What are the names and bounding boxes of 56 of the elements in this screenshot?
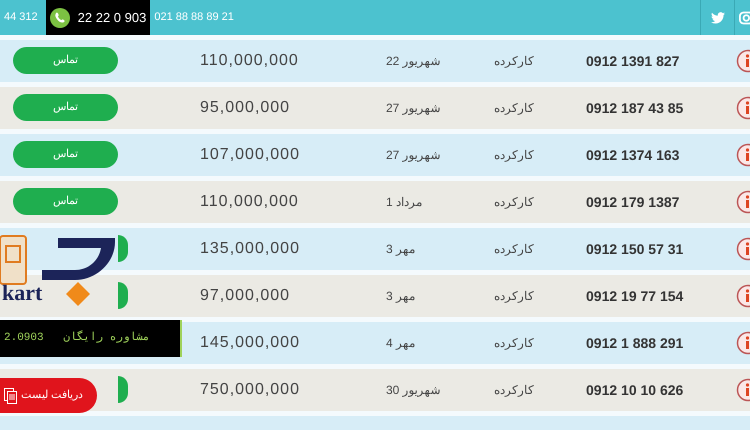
- consultation-banner: 2.0903 مشاوره رایگان: [0, 320, 182, 357]
- contact-button[interactable]: تماس: [13, 188, 118, 215]
- contact-button[interactable]: تماس: [13, 141, 118, 168]
- date: 1 مرداد: [386, 194, 422, 211]
- phone-number: 0912 179 1387: [586, 193, 680, 212]
- price: 110,000,000: [200, 51, 299, 71]
- info-icon[interactable]: [736, 331, 750, 355]
- price: 135,000,000: [200, 239, 300, 259]
- phone-number: 0912 10 10 626: [586, 381, 684, 400]
- date: 4 مهر: [386, 335, 416, 352]
- phone-number: 44 312: [3, 10, 39, 26]
- contact-button[interactable]: [118, 376, 128, 403]
- contact-button[interactable]: تماس: [13, 94, 118, 121]
- info-icon[interactable]: [736, 237, 750, 261]
- price: 97,000,000: [200, 286, 290, 306]
- date: 27 شهریور: [386, 100, 441, 117]
- phone-number: 021 88 88 89 21: [153, 10, 235, 26]
- phone-number: 0912 1 888 291: [586, 334, 684, 353]
- contact-button[interactable]: [118, 282, 128, 309]
- info-icon[interactable]: [736, 190, 750, 214]
- condition: کارکرده: [494, 100, 534, 117]
- price: 110,000,000: [200, 192, 299, 212]
- download-list-button[interactable]: دریافت لیست: [0, 378, 97, 413]
- contact-button[interactable]: تماس: [13, 47, 118, 74]
- phone-number: 0912 150 57 31: [586, 240, 684, 259]
- price: 145,000,000: [200, 333, 300, 353]
- date: 3 مهر: [386, 288, 416, 305]
- condition: کارکرده: [494, 147, 534, 164]
- phone-number: 0912 1374 163: [586, 146, 680, 165]
- price: 750,000,000: [200, 380, 300, 400]
- date: 27 شهریور: [386, 147, 441, 164]
- contact-button[interactable]: [118, 235, 128, 262]
- info-icon[interactable]: [736, 378, 750, 402]
- price: 107,000,000: [200, 145, 300, 165]
- phone-number: 0912 187 43 85: [586, 99, 684, 118]
- condition: کارکرده: [494, 53, 534, 70]
- condition: کارکرده: [494, 288, 534, 305]
- documents-icon: [4, 388, 17, 404]
- condition: کارکرده: [494, 382, 534, 399]
- info-icon[interactable]: [736, 284, 750, 308]
- condition: کارکرده: [494, 335, 534, 352]
- info-icon[interactable]: [736, 49, 750, 73]
- logo-text: kart: [2, 282, 42, 304]
- condition: کارکرده: [494, 194, 534, 211]
- instagram-icon[interactable]: [734, 0, 750, 35]
- hotline-number: 22 22 0 903: [78, 8, 146, 27]
- condition: کارکرده: [494, 241, 534, 258]
- date: 3 مهر: [386, 241, 416, 258]
- info-icon[interactable]: [736, 96, 750, 120]
- date: 22 شهریور: [386, 53, 441, 70]
- phone-number: 0912 1391 827: [586, 52, 680, 71]
- price: 95,000,000: [200, 98, 290, 118]
- phone-number: 0912 19 77 154: [586, 287, 684, 306]
- info-icon[interactable]: [736, 143, 750, 167]
- date: 30 شهریور: [386, 382, 441, 399]
- phone-icon: [50, 8, 70, 28]
